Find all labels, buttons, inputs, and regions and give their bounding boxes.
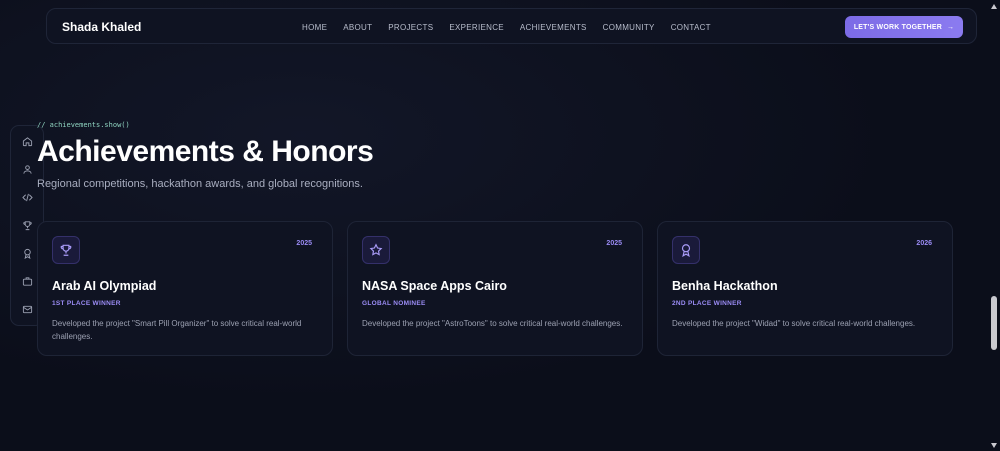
nav-links: HOME ABOUT PROJECTS EXPERIENCE ACHIEVEME…	[302, 23, 727, 32]
user-icon[interactable]	[20, 162, 34, 176]
achievement-year: 2025	[296, 240, 312, 247]
nav-link-achievements[interactable]: ACHIEVEMENTS	[520, 23, 587, 32]
achievement-award: GLOBAL NOMINEE	[362, 300, 426, 307]
nav-link-projects[interactable]: PROJECTS	[388, 23, 433, 32]
achievement-description: Developed the project "AstroToons" to so…	[362, 319, 623, 328]
briefcase-icon[interactable]	[20, 274, 34, 288]
top-navbar: Shada Khaled HOME ABOUT PROJECTS EXPERIE…	[46, 8, 977, 44]
page-title: Achievements & Honors	[37, 135, 374, 168]
scroll-down-icon[interactable]	[990, 441, 998, 449]
achievement-card[interactable]: 2025 NASA Space Apps Cairo GLOBAL NOMINE…	[347, 221, 643, 356]
home-icon[interactable]	[20, 134, 34, 148]
achievement-title: Benha Hackathon	[672, 279, 778, 293]
code-icon[interactable]	[20, 190, 34, 204]
scroll-thumb[interactable]	[991, 296, 997, 350]
trophy-icon[interactable]	[20, 218, 34, 232]
nav-link-home[interactable]: HOME	[302, 23, 327, 32]
arrow-right-icon: →	[946, 23, 955, 31]
achievement-card[interactable]: 2025 Arab AI Olympiad 1ST PLACE WINNER D…	[37, 221, 333, 356]
award-icon	[672, 236, 700, 264]
scroll-up-icon[interactable]	[990, 2, 998, 10]
award-icon[interactable]	[20, 246, 34, 260]
trophy-icon	[52, 236, 80, 264]
achievement-year: 2025	[606, 240, 622, 247]
page-scrollbar[interactable]	[988, 0, 1000, 451]
achievement-card[interactable]: 2026 Benha Hackathon 2ND PLACE WINNER De…	[657, 221, 953, 356]
achievement-title: NASA Space Apps Cairo	[362, 279, 507, 293]
work-together-button[interactable]: LET'S WORK TOGETHER →	[845, 16, 963, 38]
achievement-award: 2ND PLACE WINNER	[672, 300, 742, 307]
page-subtitle: Regional competitions, hackathon awards,…	[37, 178, 363, 190]
brand-name[interactable]: Shada Khaled	[62, 20, 141, 34]
nav-link-experience[interactable]: EXPERIENCE	[449, 23, 504, 32]
achievement-description: Developed the project "Widad" to solve c…	[672, 319, 916, 328]
nav-link-contact[interactable]: CONTACT	[671, 23, 711, 32]
work-together-label: LET'S WORK TOGETHER	[853, 23, 942, 31]
achievement-award: 1ST PLACE WINNER	[52, 300, 121, 307]
achievement-title: Arab AI Olympiad	[52, 279, 157, 293]
achievement-year: 2026	[916, 240, 932, 247]
star-icon	[362, 236, 390, 264]
nav-link-about[interactable]: ABOUT	[343, 23, 372, 32]
achievement-description: Developed the project "Smart Pill Organi…	[52, 319, 302, 341]
nav-link-community[interactable]: COMMUNITY	[603, 23, 655, 32]
code-tag: // achievements.show()	[37, 121, 130, 129]
mail-icon[interactable]	[20, 302, 34, 316]
